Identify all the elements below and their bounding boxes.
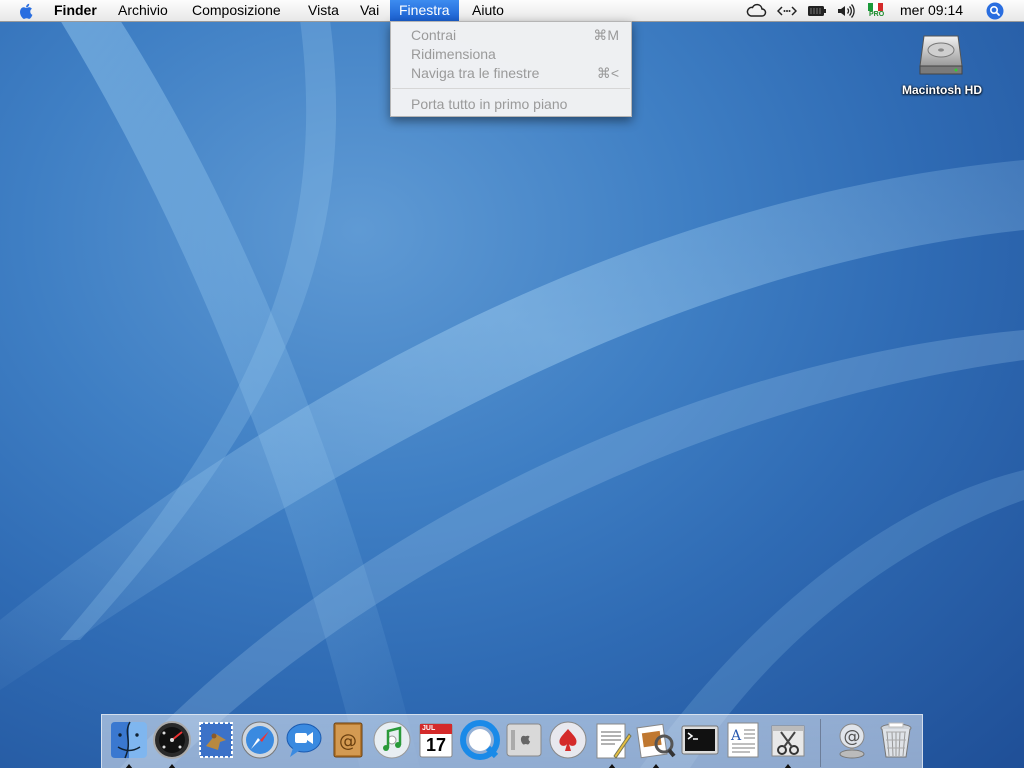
system-preferences-icon — [506, 723, 542, 757]
ical-date: 17 — [425, 735, 447, 755]
menu-item-shortcut: ⌘< — [596, 65, 619, 81]
hard-drive-icon — [919, 35, 963, 75]
menu-item-porta-tutto-primo-piano[interactable]: Porta tutto in primo piano — [391, 95, 631, 114]
dock-system-preferences[interactable] — [504, 720, 544, 760]
dock-terminal[interactable] — [680, 720, 720, 760]
running-indicator — [652, 764, 660, 768]
menu-vista[interactable]: Vista — [308, 0, 339, 21]
trash-icon — [880, 722, 912, 758]
dock-divider — [820, 719, 821, 767]
desktop-icon-macintosh-hd[interactable]: Macintosh HD — [890, 28, 994, 104]
apple-menu-icon[interactable] — [18, 2, 36, 20]
volume-icon[interactable] — [836, 2, 856, 20]
menu-archivio[interactable]: Archivio — [118, 0, 168, 21]
quicktime-icon — [460, 720, 500, 760]
running-indicator — [608, 764, 616, 768]
dock-dashboard[interactable] — [152, 720, 192, 768]
itunes-icon — [373, 721, 411, 759]
dock-address-book[interactable]: @ — [328, 720, 368, 760]
icloud-icon[interactable] — [745, 2, 767, 20]
window-menu-dropdown: Contrai ⌘M Ridimensiona Naviga tra le fi… — [390, 21, 632, 117]
menu-bar: Finder Archivio Composizione Vista Vai F… — [0, 0, 1024, 22]
menu-item-label: Naviga tra le finestre — [411, 65, 540, 81]
running-indicator — [125, 764, 133, 768]
font-book-icon: A — [727, 722, 759, 758]
spotlight-icon[interactable] — [985, 2, 1005, 20]
menu-item-label: Ridimensiona — [411, 46, 496, 62]
input-flag-label: PRO — [869, 11, 885, 18]
menu-separator — [392, 88, 630, 89]
menu-item-contrai[interactable]: Contrai ⌘M — [391, 26, 631, 45]
terminal-icon — [681, 725, 719, 755]
dock-preview[interactable] — [636, 720, 676, 768]
dock-internet-location[interactable]: @ — [832, 720, 872, 760]
mail-icon — [199, 722, 233, 758]
svg-text:A: A — [730, 728, 742, 744]
dock-ichat[interactable] — [284, 720, 324, 760]
menu-app-finder[interactable]: Finder — [54, 0, 97, 21]
ical-month: JUL — [422, 725, 436, 732]
running-indicator — [784, 764, 792, 768]
safari-icon — [241, 721, 279, 759]
textedit-icon — [596, 723, 632, 759]
menu-item-label: Porta tutto in primo piano — [411, 96, 568, 112]
svg-text:@: @ — [339, 731, 357, 752]
dashboard-icon — [153, 721, 191, 759]
network-icon[interactable] — [776, 2, 798, 20]
spade-icon — [549, 721, 587, 759]
svg-text:@: @ — [844, 727, 861, 747]
dock: @ JUL 17 A @ — [101, 714, 923, 768]
menu-clock[interactable]: mer 09:14 — [900, 0, 963, 21]
menu-item-naviga-finestre[interactable]: Naviga tra le finestre ⌘< — [391, 64, 631, 83]
preview-icon — [636, 723, 676, 759]
menu-finestra[interactable]: Finestra — [390, 0, 459, 21]
dock-itunes[interactable] — [372, 720, 412, 760]
menu-item-label: Contrai — [411, 27, 457, 43]
menu-composizione[interactable]: Composizione — [192, 0, 281, 21]
at-sign-icon: @ — [839, 723, 865, 759]
running-indicator — [168, 764, 176, 768]
dock-safari[interactable] — [240, 720, 280, 760]
finder-icon — [111, 721, 147, 759]
dock-finder[interactable] — [109, 720, 149, 768]
menu-vai[interactable]: Vai — [360, 0, 379, 21]
battery-icon[interactable] — [807, 2, 827, 20]
menu-aiuto[interactable]: Aiuto — [472, 0, 504, 21]
dock-trash[interactable] — [876, 720, 916, 760]
dock-ical[interactable]: JUL 17 — [416, 720, 456, 760]
dock-utility[interactable] — [768, 720, 808, 768]
desktop-icon-label: Macintosh HD — [901, 83, 982, 97]
scissors-icon — [771, 725, 805, 757]
menu-item-shortcut: ⌘M — [593, 27, 619, 43]
ichat-icon — [286, 723, 322, 757]
dock-textedit[interactable] — [592, 720, 632, 768]
input-flag-icon[interactable]: PRO — [866, 1, 886, 19]
menu-item-ridimensiona[interactable]: Ridimensiona — [391, 45, 631, 64]
dock-solitaire[interactable] — [548, 720, 588, 760]
dock-font-book[interactable]: A — [724, 720, 764, 760]
address-book-icon: @ — [333, 722, 363, 758]
dock-quicktime[interactable] — [460, 720, 500, 760]
dock-mail[interactable] — [196, 720, 236, 760]
